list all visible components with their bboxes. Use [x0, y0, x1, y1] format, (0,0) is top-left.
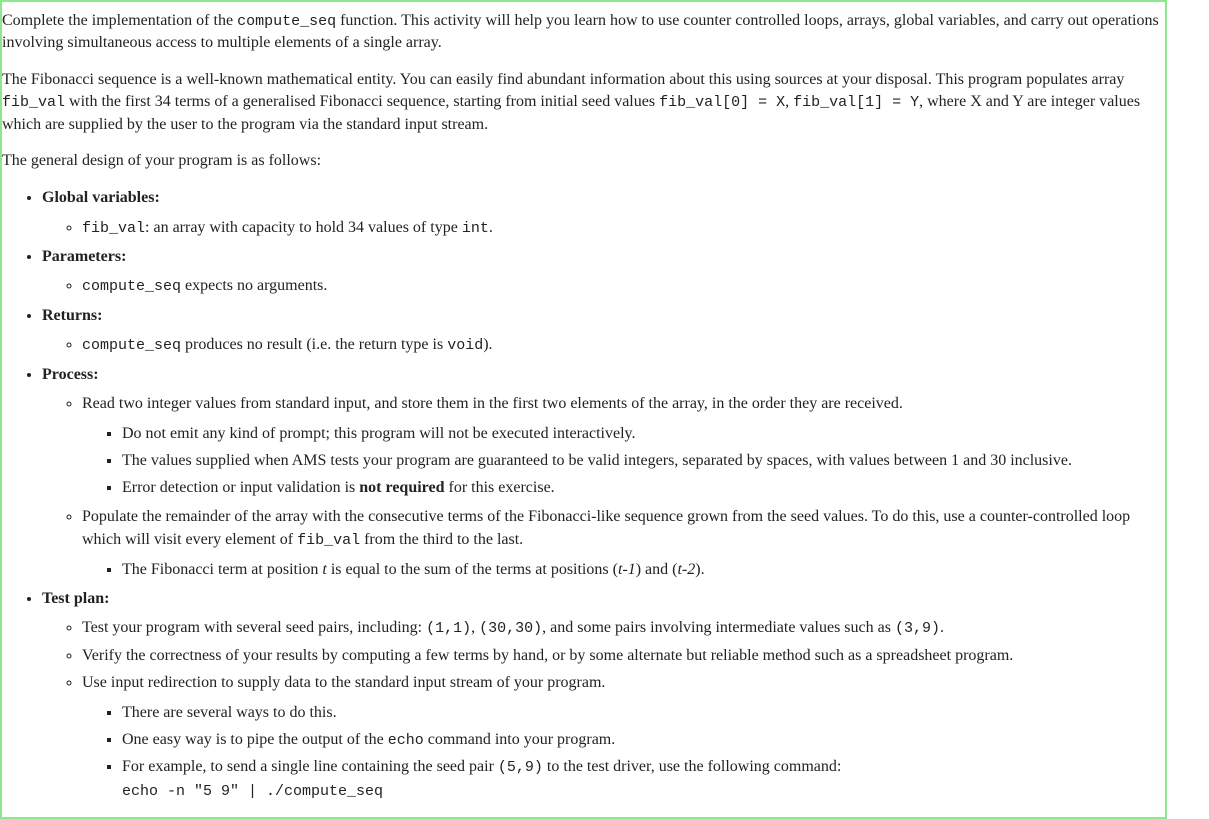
section-heading: Returns: [42, 307, 102, 324]
main-list: Global variables: fib_val: an array with… [2, 186, 1165, 803]
section-process: Process: Read two integer values from st… [42, 363, 1165, 581]
text: is equal to the sum of the terms at posi… [327, 561, 618, 578]
section-test-plan: Test plan: Test your program with severa… [42, 587, 1165, 803]
text: Complete the implementation of the [2, 12, 237, 29]
code-fib-val: fib_val [2, 94, 65, 111]
text: command into your program. [424, 731, 616, 748]
text: expects no arguments. [181, 277, 327, 294]
section-heading: Global variables: [42, 189, 160, 206]
italic-t-2: t-2 [677, 561, 695, 578]
text: ). [695, 561, 704, 578]
text: ). [483, 336, 492, 353]
command-line: echo -n "5 9" | ./compute_seq [122, 783, 383, 800]
intro-paragraph-1: Complete the implementation of the compu… [2, 10, 1165, 55]
text: One easy way is to pipe the output of th… [122, 731, 388, 748]
list-item: There are several ways to do this. [122, 701, 1165, 724]
list-item: compute_seq expects no arguments. [82, 274, 1165, 298]
text: , [471, 619, 479, 636]
section-returns: Returns: compute_seq produces no result … [42, 304, 1165, 357]
text: with the first 34 terms of a generalised… [65, 93, 659, 110]
code-compute-seq: compute_seq [82, 337, 181, 354]
bold-not-required: not required [359, 479, 444, 496]
text: . [940, 619, 944, 636]
list-item: Verify the correctness of your results b… [82, 644, 1165, 667]
list-item: For example, to send a single line conta… [122, 755, 1165, 803]
code-compute-seq: compute_seq [237, 13, 336, 30]
list-item: Read two integer values from standard in… [82, 392, 1165, 499]
text: produces no result (i.e. the return type… [181, 336, 447, 353]
list-item: fib_val: an array with capacity to hold … [82, 216, 1165, 240]
instruction-content: Complete the implementation of the compu… [2, 10, 1165, 817]
list-item: Test your program with several seed pair… [82, 616, 1165, 640]
intro-paragraph-3: The general design of your program is as… [2, 150, 1165, 172]
list-item: One easy way is to pipe the output of th… [122, 728, 1165, 752]
text: Test your program with several seed pair… [82, 619, 426, 636]
list-item: Do not emit any kind of prompt; this pro… [122, 422, 1165, 445]
list-item: The Fibonacci term at position t is equa… [122, 558, 1165, 581]
italic-t-1: t-1 [618, 561, 636, 578]
text: Error detection or input validation is [122, 479, 359, 496]
code-void: void [447, 337, 483, 354]
code-fib-val: fib_val [82, 220, 145, 237]
text: : an array with capacity to hold 34 valu… [145, 219, 462, 236]
text: , and some pairs involving intermediate … [542, 619, 895, 636]
list-item: Use input redirection to supply data to … [82, 671, 1165, 803]
code-pair-30-30: (30,30) [479, 620, 542, 637]
text: For example, to send a single line conta… [122, 758, 498, 775]
section-heading: Parameters: [42, 248, 126, 265]
text: to the test driver, use the following co… [543, 758, 841, 775]
code-pair-5-9: (5,9) [498, 759, 543, 776]
list-item: Populate the remainder of the array with… [82, 505, 1165, 581]
code-fib1: fib_val[1] = Y [793, 94, 919, 111]
text: Read two integer values from standard in… [82, 395, 903, 412]
section-parameters: Parameters: compute_seq expects no argum… [42, 245, 1165, 298]
text: from the third to the last. [360, 531, 523, 548]
text: Use input redirection to supply data to … [82, 674, 605, 691]
list-item: compute_seq produces no result (i.e. the… [82, 333, 1165, 357]
code-fib0: fib_val[0] = X [659, 94, 785, 111]
text: The Fibonacci sequence is a well-known m… [2, 71, 1124, 88]
text: for this exercise. [444, 479, 554, 496]
code-int: int [462, 220, 489, 237]
section-heading: Process: [42, 366, 99, 383]
code-pair-3-9: (3,9) [895, 620, 940, 637]
list-item: The values supplied when AMS tests your … [122, 449, 1165, 472]
list-item: Error detection or input validation is n… [122, 476, 1165, 499]
section-global-variables: Global variables: fib_val: an array with… [42, 186, 1165, 239]
instruction-box: Complete the implementation of the compu… [0, 0, 1167, 819]
intro-paragraph-2: The Fibonacci sequence is a well-known m… [2, 69, 1165, 136]
text: The Fibonacci term at position [122, 561, 322, 578]
code-fib-val: fib_val [297, 532, 360, 549]
text: , [785, 93, 793, 110]
code-echo: echo [388, 732, 424, 749]
text: Populate the remainder of the array with… [82, 508, 1130, 548]
text: . [489, 219, 493, 236]
code-compute-seq: compute_seq [82, 278, 181, 295]
code-pair-1-1: (1,1) [426, 620, 471, 637]
text: ) and ( [636, 561, 678, 578]
section-heading: Test plan: [42, 590, 109, 607]
